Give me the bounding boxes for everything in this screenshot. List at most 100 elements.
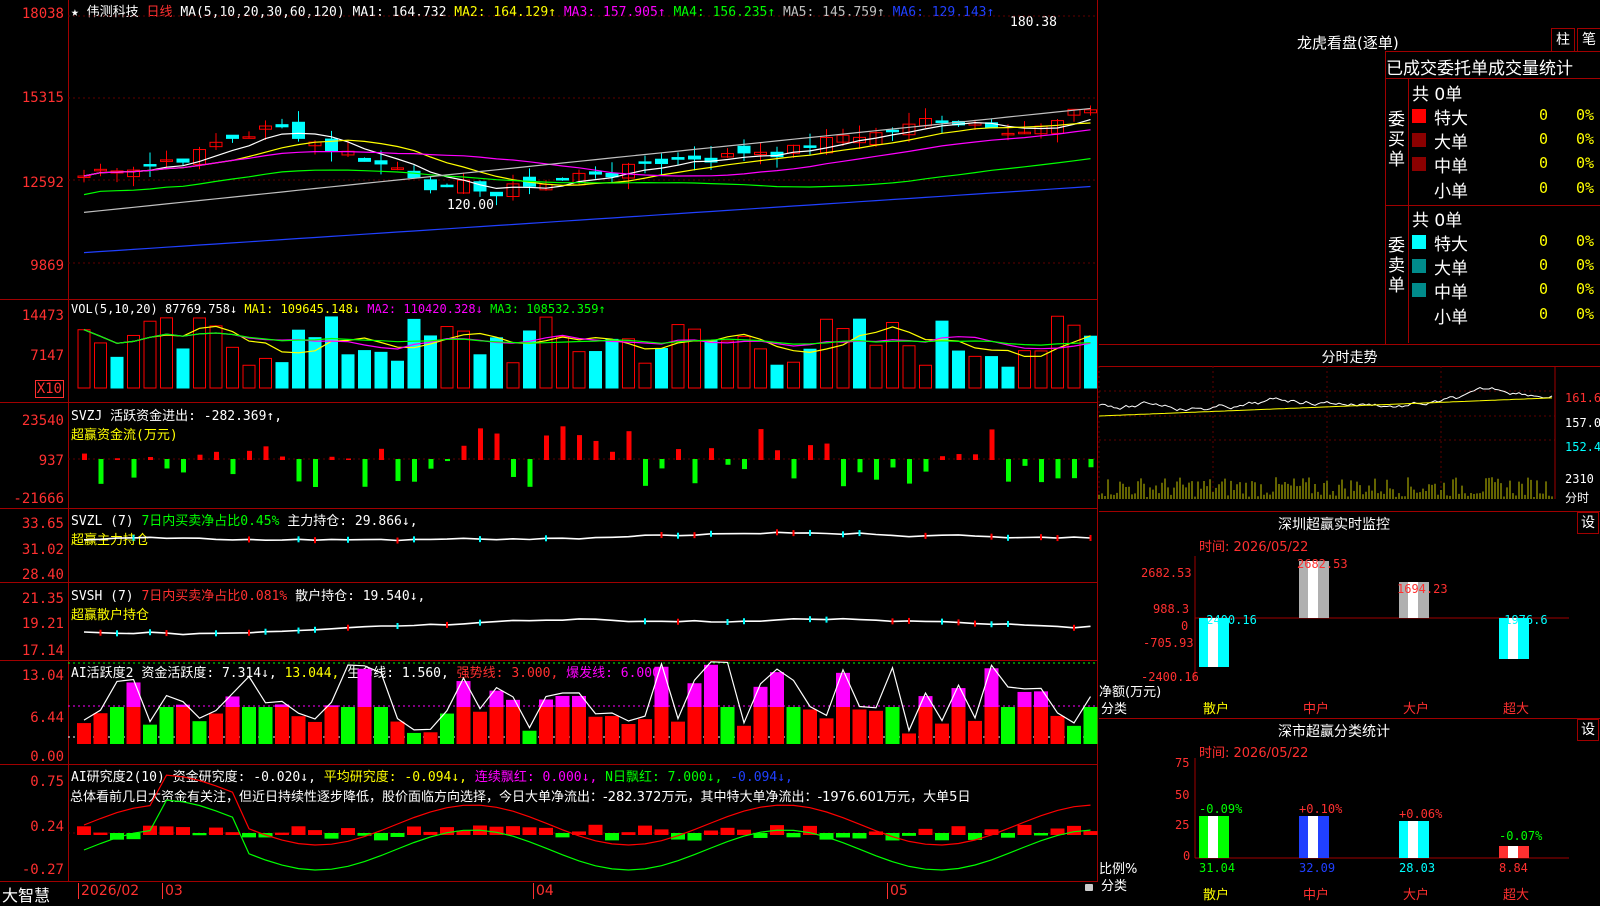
research-bar [93, 832, 108, 835]
activity-bar [852, 709, 867, 744]
volume-bar [143, 320, 157, 389]
flow-bar [280, 456, 285, 460]
class-change: -0.09% [1199, 802, 1243, 816]
research-bar [225, 832, 240, 835]
research-bar [951, 826, 966, 835]
volume-bar [853, 318, 866, 389]
sell-row-pct: 0% [1576, 280, 1595, 298]
flow-bar [544, 435, 549, 460]
retail-holding-chart[interactable] [0, 583, 1098, 660]
volume-bar [787, 361, 800, 389]
volume-bar [968, 355, 982, 389]
volume-chart[interactable] [0, 300, 1098, 402]
flow-bar [758, 429, 764, 460]
flow-bar [775, 450, 780, 460]
research-bar [852, 833, 867, 839]
class-bar-highlight [1408, 821, 1418, 858]
buy-row-pct: 0% [1576, 179, 1595, 197]
class-value: 28.03 [1399, 861, 1436, 875]
volume-bar [556, 335, 569, 389]
activity-bar [473, 711, 487, 744]
ma4-line [83, 158, 1091, 196]
chart-area[interactable]: 18038 15315 12592 9869 ★ 伟测科技 日线 MA(5,10… [0, 0, 1098, 882]
volume-bar [506, 362, 520, 389]
tick-view-button[interactable]: 笔 [1577, 28, 1600, 52]
monitor-bar-label: 2682.53 [1297, 557, 1348, 571]
ma2-line [83, 122, 1091, 187]
flow-bar [841, 459, 846, 487]
volume-bar [242, 364, 256, 389]
date-tick: 2026/02 [78, 883, 139, 899]
class-change: +0.06% [1399, 807, 1443, 821]
activity-bar [489, 707, 504, 744]
fund-flow-chart[interactable] [0, 403, 1098, 508]
flow-bar [890, 459, 896, 468]
volume-bar [110, 356, 124, 389]
longhu-tabs[interactable]: 已成交委托单成交量统计 [1386, 54, 1600, 79]
activity-bar [539, 707, 553, 744]
class-category: 散户 [1203, 888, 1230, 903]
volume-bar [539, 316, 553, 389]
candle-body [407, 170, 421, 179]
flow-bar [989, 429, 995, 460]
intraday-chart[interactable] [1098, 344, 1600, 511]
activity-bar-top [770, 672, 784, 707]
ai-research-chart[interactable] [0, 765, 1098, 881]
class-y-tick: 75 [1175, 756, 1190, 770]
flow-bar [1055, 459, 1061, 479]
sz-class-panel: 深市超赢分类统计 设 时间: 2026/05/22 75 50 25 0 -0.… [1099, 718, 1600, 903]
class-change: -0.07% [1499, 829, 1543, 843]
fenshi-tick: 161.6 [1565, 391, 1600, 405]
candle-body [358, 157, 371, 162]
flow-bar [313, 459, 318, 487]
flow-bar [511, 459, 516, 477]
volume-bar [1051, 315, 1064, 389]
flow-bar [1088, 459, 1094, 468]
fenshi-unit: 分时 [1565, 491, 1590, 505]
research-bar [522, 827, 537, 835]
avg-price-line [1098, 397, 1553, 417]
buy-row-name: 大单 [1434, 133, 1468, 153]
research-bar [324, 833, 339, 839]
volume-bar [490, 337, 503, 389]
monitor-y-tick: -705.93 [1143, 636, 1194, 650]
sell-row-pct: 0% [1576, 256, 1595, 274]
activity-bar [522, 730, 537, 744]
ai-activity-chart[interactable] [0, 661, 1098, 764]
main-holding-chart[interactable] [0, 509, 1098, 582]
activity-bar [753, 707, 768, 744]
research-bar [291, 826, 306, 835]
candle-body [671, 157, 685, 160]
research-bar [654, 829, 669, 835]
buy-row-count: 0 [1539, 106, 1549, 124]
flow-bar [148, 457, 153, 460]
longhu-panel: 龙虎看盘(逐单) 柱 笔 已成交委托单成交量统计 委买单 共 0单 特大 0 0… [1099, 0, 1600, 344]
volume-bar [1067, 324, 1081, 389]
buy-row-l-swatch [1412, 133, 1426, 147]
volume-bar [275, 362, 289, 389]
candle-body [688, 155, 701, 160]
flow-bar [115, 458, 120, 460]
research-bar [539, 827, 553, 835]
lock-icon [1085, 884, 1093, 891]
buy-row-count: 0 [1539, 130, 1549, 148]
activity-bar [506, 707, 520, 744]
date-tick: 04 [533, 883, 554, 899]
volume-bar [209, 325, 223, 389]
research-bar [176, 827, 190, 835]
volume-bar [671, 324, 685, 389]
activity-bar [654, 707, 669, 744]
fenshi-panel[interactable]: 分时走势 161.6 157.0 152.4 2310 分时 [1098, 344, 1600, 511]
flow-bar [907, 459, 912, 484]
monitor-bar-label: 1694.23 [1397, 582, 1448, 596]
flow-bar [940, 456, 945, 460]
activity-bar [951, 707, 966, 744]
longhu-title: 龙虎看盘(逐单) [1297, 34, 1399, 52]
bar-view-button[interactable]: 柱 [1551, 28, 1575, 52]
activity-bar [720, 707, 735, 744]
candlestick-chart[interactable] [0, 0, 1098, 299]
activity-bar [407, 732, 421, 744]
flow-bar [494, 433, 500, 460]
monitor-category: 大户 [1403, 702, 1430, 717]
volume-bar [605, 338, 619, 389]
